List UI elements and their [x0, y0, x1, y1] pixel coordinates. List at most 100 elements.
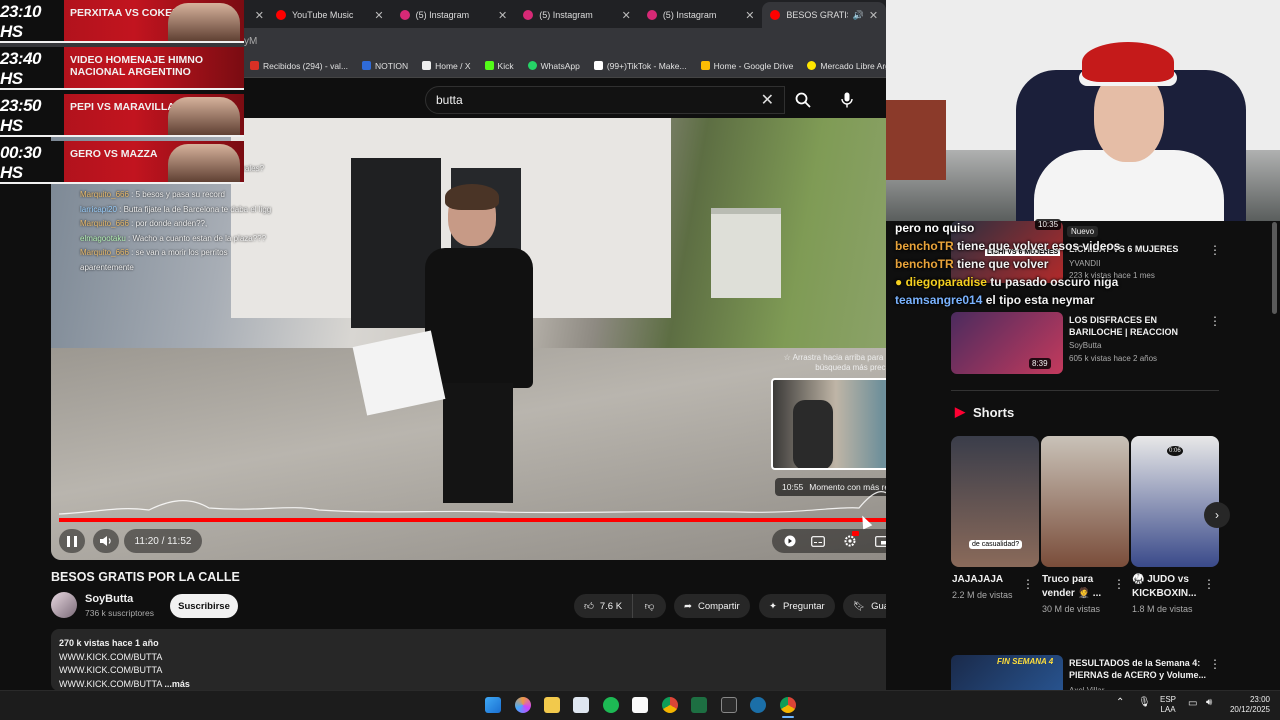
short-title[interactable]: Truco para vender 🤵 ...	[1042, 573, 1112, 601]
search-input[interactable]: butta ✕	[425, 86, 785, 114]
voice-search-button[interactable]	[832, 86, 862, 114]
tab-instagram[interactable]: (5) Instagram ✕	[392, 2, 516, 28]
close-icon[interactable]: ✕	[622, 9, 631, 22]
short-views: 1.8 M de vistas	[1132, 604, 1193, 614]
short-thumbnail[interactable]: de casualidad?	[951, 436, 1039, 567]
bookmark-whatsapp[interactable]: WhatsApp	[527, 61, 580, 71]
schedule-row: 23:50 HS PEPI VS MARAVILLA	[0, 94, 244, 137]
next-shorts-button[interactable]: ›	[1204, 502, 1230, 528]
tab-blank[interactable]: ✕	[248, 2, 268, 28]
more-icon[interactable]: ⋮	[1209, 657, 1221, 671]
network-icon[interactable]: ▭	[1188, 699, 1197, 709]
video-meta: 605 k vistas hace 2 años	[1069, 354, 1158, 363]
channel-name[interactable]: SoyButta	[85, 593, 133, 605]
more-icon[interactable]: ⋮	[1209, 243, 1221, 257]
language-indicator[interactable]: ESP LAA	[1156, 695, 1180, 715]
store-icon[interactable]	[573, 697, 589, 713]
more-icon[interactable]: ⋮	[1209, 314, 1221, 328]
chat-line: larricapi20 : Butta fijate la de Barcelo…	[80, 204, 272, 214]
video-meta: SoyButta	[1069, 341, 1102, 350]
chrome-active-icon[interactable]	[780, 697, 796, 713]
short-thumbnail[interactable]	[1041, 436, 1129, 567]
chat-line: pero no quiso	[895, 221, 975, 235]
related-video[interactable]: 8:39 LOS DISFRACES EN BARILOCHE | REACCI…	[951, 312, 1221, 374]
progress-bar[interactable]	[59, 514, 932, 526]
steam-icon[interactable]	[750, 697, 766, 713]
bookmark-kick[interactable]: Kick	[484, 61, 514, 71]
speaker-icon[interactable]: 🔊	[853, 10, 864, 21]
chrome-icon[interactable]	[662, 697, 678, 713]
youtube-icon	[770, 10, 781, 20]
close-icon[interactable]: ✕	[498, 9, 507, 22]
share-icon: ➦	[684, 600, 692, 612]
stream-chat-right: pero no quiso benchoTR tiene que volver …	[895, 219, 1155, 309]
shorts-heading: ▶ Shorts	[955, 404, 1015, 420]
search-button[interactable]	[785, 86, 821, 114]
short-title[interactable]: 🥋 JUDO vs KICKBOXIN...	[1132, 573, 1202, 601]
epic-games-icon[interactable]	[721, 697, 737, 713]
bookmark-notion[interactable]: NOTION	[362, 61, 408, 71]
tab-active-video[interactable]: BESOS GRATIS P🔊✕	[762, 2, 887, 28]
chat-line: ● diegoparadise tu pasado oscuro niga	[895, 275, 1119, 289]
microphone-tray-icon[interactable]: 🎙︎	[1138, 698, 1151, 708]
autoplay-icon	[784, 535, 796, 547]
most-replayed-heatmap	[59, 491, 932, 515]
bookmark-tiktok[interactable]: (99+)TikTok - Make...	[593, 61, 687, 71]
dislike-button[interactable]: 👎︎	[632, 594, 666, 618]
active-app-indicator	[782, 716, 794, 718]
subtitles-button[interactable]	[808, 533, 828, 549]
close-icon[interactable]: ✕	[745, 9, 754, 22]
autoplay-toggle[interactable]	[780, 533, 800, 549]
address-text: yM	[244, 36, 258, 47]
subtitles-icon	[811, 535, 825, 547]
settings-button[interactable]	[840, 531, 860, 549]
bookmark-x[interactable]: Home / X	[422, 61, 471, 71]
description-box[interactable]: 270 k vistas hace 1 año WWW.KICK.COM/BUT…	[51, 629, 940, 691]
fighter-photo	[168, 144, 240, 182]
file-explorer-icon[interactable]	[544, 697, 560, 713]
instagram-icon	[646, 10, 657, 20]
instagram-icon	[399, 10, 410, 20]
schedule-row: 23:40 HS VIDEO HOMENAJE HIMNO NACIONAL AR…	[0, 47, 244, 90]
excel-icon[interactable]	[691, 697, 707, 713]
screen: ✕ YouTube Music ✕ (5) Instagram ✕ (5) Inst…	[0, 0, 1280, 720]
tiktok-icon	[593, 61, 603, 70]
more-icon[interactable]: ⋮	[1113, 577, 1125, 591]
time-display: 11:20 / 11:52	[124, 529, 202, 553]
schedule-row: 23:10 HS PERXITAA VS COKER	[0, 0, 244, 43]
like-button[interactable]: 👍︎ 7.6 K	[574, 594, 632, 618]
stream-chat-overlay: ga nimales? Marquito_666 : 5 besos y pas…	[80, 150, 280, 275]
copilot-icon[interactable]	[515, 697, 531, 713]
volume-button[interactable]	[93, 529, 119, 553]
share-button[interactable]: ➦ Compartir	[674, 594, 750, 618]
thumbs-down-icon: 👎︎	[644, 601, 655, 612]
chat-line: teamsangre014 el tipo esta neymar	[895, 293, 1095, 307]
spotify-icon[interactable]	[603, 697, 619, 713]
windows-start-icon[interactable]	[485, 697, 501, 713]
clear-search-icon[interactable]: ✕	[761, 90, 774, 110]
bookmark-google-drive[interactable]: Home - Google Drive	[700, 61, 793, 71]
scrollbar[interactable]	[1272, 222, 1277, 314]
mercado-libre-icon	[807, 61, 817, 70]
ask-button[interactable]: ✦ Preguntar	[759, 594, 835, 618]
tab-instagram[interactable]: (5) Instagram ✕	[639, 2, 763, 28]
more-icon[interactable]: ⋮	[1203, 577, 1215, 591]
short-title[interactable]: JAJAJAJA	[952, 573, 1022, 587]
close-icon[interactable]: ✕	[255, 9, 264, 22]
close-icon[interactable]: ✕	[869, 9, 878, 22]
bookmark-gmail[interactable]: Recibidos (294) - val...	[250, 61, 348, 71]
channel-avatar[interactable]	[51, 592, 77, 618]
app-icon[interactable]	[632, 697, 648, 713]
webcam-overlay	[886, 0, 1280, 221]
tray-chevron-icon[interactable]: ⌃	[1116, 698, 1124, 708]
show-more-link[interactable]: ...más	[164, 679, 190, 689]
volume-tray-icon[interactable]: 🔊︎	[1206, 698, 1212, 708]
clock[interactable]: 23:00 20/12/2025	[1224, 695, 1270, 715]
tab-youtube-music[interactable]: YouTube Music ✕	[268, 2, 392, 28]
tab-instagram[interactable]: (5) Instagram ✕	[515, 2, 639, 28]
close-icon[interactable]: ✕	[374, 9, 383, 22]
more-icon[interactable]: ⋮	[1022, 577, 1034, 591]
subscribe-button[interactable]: Suscribirse	[170, 594, 238, 618]
pause-button[interactable]	[59, 529, 85, 553]
short-thumbnail[interactable]: 0:06	[1131, 436, 1219, 567]
